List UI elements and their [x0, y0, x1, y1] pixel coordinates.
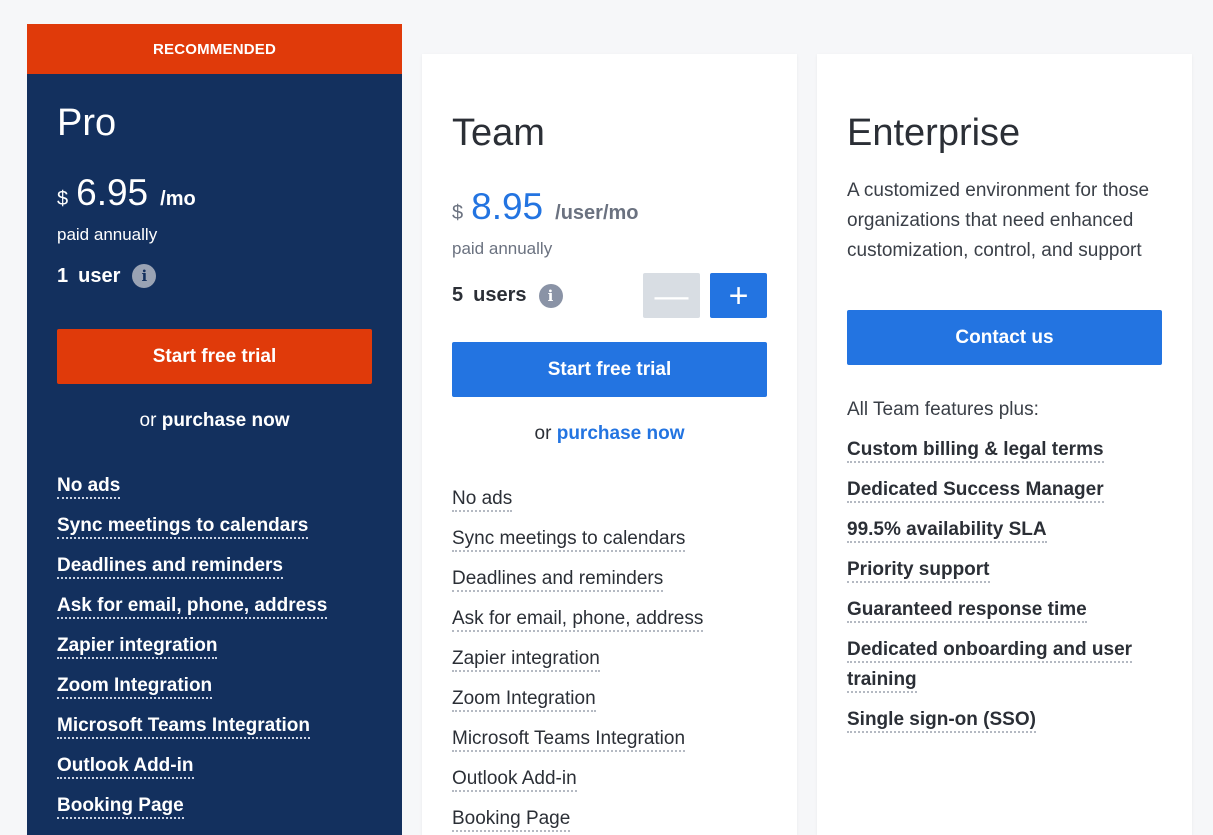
- plan-title: Pro: [57, 102, 117, 144]
- currency-symbol: $: [452, 202, 464, 224]
- features-intro: All Team features plus:: [847, 399, 1039, 420]
- currency-symbol: $: [57, 188, 69, 210]
- feature-item[interactable]: Microsoft Teams Integration: [57, 712, 372, 739]
- users-summary: 5 users i: [452, 283, 563, 308]
- purchase-row: or purchase now: [57, 410, 372, 432]
- price-period: /user/mo: [555, 202, 639, 224]
- feature-item[interactable]: Zoom Integration: [57, 672, 372, 699]
- users-count: 1: [57, 264, 69, 287]
- feature-item[interactable]: Dedicated Success Manager: [847, 475, 1162, 505]
- purchase-row: or purchase now: [452, 423, 767, 445]
- price-row: $ 6.95 /mo: [57, 174, 372, 211]
- plus-icon: +: [728, 276, 749, 315]
- feature-item[interactable]: Booking Page: [452, 805, 767, 832]
- info-icon[interactable]: i: [132, 264, 157, 288]
- feature-item[interactable]: Single sign-on (SSO): [847, 705, 1162, 735]
- users-stepper: — +: [643, 273, 767, 318]
- users-row: 5 users i — +: [452, 273, 767, 318]
- feature-item[interactable]: Zapier integration: [452, 645, 767, 672]
- feature-item[interactable]: Ask for email, phone, address: [57, 592, 372, 619]
- start-free-trial-button[interactable]: Start free trial: [452, 342, 767, 397]
- pricing-card-pro: RECOMMENDED Pro $ 6.95 /mo paid annually…: [27, 24, 402, 835]
- price-period: /mo: [160, 188, 196, 210]
- pricing-card-team: Team $ 8.95 /user/mo paid annually 5 use…: [422, 54, 797, 835]
- feature-item[interactable]: Priority support: [847, 555, 1162, 585]
- feature-list: No ads Sync meetings to calendars Deadli…: [452, 485, 767, 832]
- increase-users-button[interactable]: +: [710, 273, 767, 318]
- plan-title: Enterprise: [847, 112, 1021, 154]
- billing-note: paid annually: [452, 239, 553, 258]
- feature-list: Custom billing & legal terms Dedicated S…: [847, 435, 1162, 735]
- recommended-ribbon: RECOMMENDED: [27, 24, 402, 74]
- start-free-trial-button[interactable]: Start free trial: [57, 329, 372, 384]
- feature-item[interactable]: 99.5% availability SLA: [847, 515, 1162, 545]
- feature-item[interactable]: Outlook Add-in: [452, 765, 767, 792]
- feature-item[interactable]: Dedicated onboarding and user training: [847, 635, 1162, 695]
- purchase-prefix: or: [139, 410, 157, 431]
- feature-item[interactable]: Zoom Integration: [452, 685, 767, 712]
- feature-item[interactable]: Deadlines and reminders: [57, 552, 372, 579]
- decrease-users-button[interactable]: —: [643, 273, 700, 318]
- price-amount: 6.95: [76, 172, 149, 213]
- feature-list: No ads Sync meetings to calendars Deadli…: [57, 472, 372, 819]
- feature-item[interactable]: Guaranteed response time: [847, 595, 1162, 625]
- billing-note: paid annually: [57, 225, 158, 244]
- feature-item[interactable]: Booking Page: [57, 792, 372, 819]
- price-row: $ 8.95 /user/mo: [452, 188, 767, 225]
- price-amount: 8.95: [471, 186, 544, 227]
- feature-item[interactable]: Zapier integration: [57, 632, 372, 659]
- feature-item[interactable]: Microsoft Teams Integration: [452, 725, 767, 752]
- users-count: 5: [452, 284, 464, 306]
- feature-item[interactable]: Custom billing & legal terms: [847, 435, 1162, 465]
- purchase-prefix: or: [534, 423, 552, 444]
- feature-item[interactable]: Sync meetings to calendars: [57, 512, 372, 539]
- purchase-now-link[interactable]: purchase now: [557, 423, 685, 444]
- users-label: users: [473, 284, 527, 306]
- feature-item[interactable]: Outlook Add-in: [57, 752, 372, 779]
- users-label: user: [78, 264, 121, 287]
- pricing-card-enterprise: Enterprise A customized environment for …: [817, 54, 1192, 835]
- plan-description: A customized environment for those organ…: [847, 180, 1150, 261]
- plan-title: Team: [452, 112, 545, 154]
- feature-item[interactable]: Ask for email, phone, address: [452, 605, 767, 632]
- contact-us-button[interactable]: Contact us: [847, 310, 1162, 365]
- purchase-now-link[interactable]: purchase now: [162, 410, 290, 431]
- info-icon[interactable]: i: [538, 283, 563, 308]
- minus-icon: —: [654, 276, 689, 315]
- feature-item[interactable]: No ads: [452, 485, 767, 512]
- users-row: 1 user i: [57, 261, 372, 291]
- feature-item[interactable]: No ads: [57, 472, 372, 499]
- feature-item[interactable]: Deadlines and reminders: [452, 565, 767, 592]
- feature-item[interactable]: Sync meetings to calendars: [452, 525, 767, 552]
